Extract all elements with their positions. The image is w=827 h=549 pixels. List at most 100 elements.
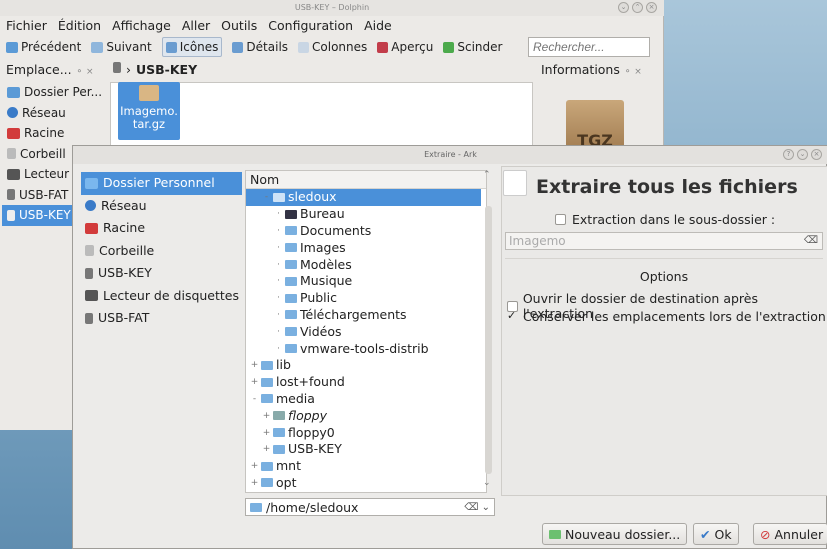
expander-icon[interactable]: + bbox=[262, 425, 271, 441]
columns-view-button[interactable]: Colonnes bbox=[298, 38, 367, 56]
tree-row[interactable]: + USB-KEY bbox=[246, 441, 342, 458]
network-icon bbox=[7, 107, 18, 119]
expander-icon[interactable]: · bbox=[274, 341, 283, 357]
expander-icon[interactable]: · bbox=[274, 223, 283, 239]
close-icon[interactable]: × bbox=[646, 2, 657, 13]
folder-tree[interactable]: Nom - sledoux · Bureau · Documents · Images · Mod… bbox=[245, 170, 487, 493]
tree-row[interactable]: · Documents bbox=[246, 223, 371, 240]
place-usb-fat[interactable]: USB-FAT bbox=[81, 307, 242, 330]
path-value: /home/sledoux bbox=[266, 499, 359, 515]
new-folder-button[interactable]: Nouveau dossier... bbox=[542, 523, 688, 545]
usb-icon bbox=[85, 312, 93, 324]
place-trash[interactable]: Corbeille bbox=[81, 240, 242, 263]
scroll-down-icon[interactable]: ⌄ bbox=[483, 478, 491, 488]
keep-paths-checkbox[interactable]: ✓ bbox=[507, 310, 518, 322]
expander-icon[interactable]: + bbox=[262, 408, 271, 424]
details-label: Détails bbox=[246, 40, 289, 54]
keep-paths-row[interactable]: ✓ Conserver les emplacements lors de l'e… bbox=[507, 309, 826, 324]
tree-row[interactable]: · Modèles bbox=[246, 256, 352, 273]
menu-aller[interactable]: Aller bbox=[182, 17, 210, 35]
tree-row[interactable]: + opt bbox=[246, 475, 297, 492]
subfolder-combo[interactable]: Imagemo ⌫ bbox=[505, 232, 823, 250]
tree-row-label: Public bbox=[300, 290, 337, 306]
tree-row-label: lost+found bbox=[276, 374, 345, 390]
tree-row[interactable]: + lost+found bbox=[246, 374, 345, 391]
search-input[interactable] bbox=[528, 37, 650, 57]
icons-view-button[interactable]: Icônes bbox=[161, 37, 223, 57]
menu-edition[interactable]: Édition bbox=[58, 17, 101, 35]
back-button[interactable]: Précédent bbox=[6, 38, 81, 56]
expander-icon[interactable]: + bbox=[250, 458, 259, 474]
place-network[interactable]: Réseau bbox=[81, 195, 242, 218]
dolphin-title: USB-KEY – Dolphin bbox=[294, 3, 370, 12]
clear-dropdown-icon[interactable]: ⌫ ⌄ bbox=[464, 502, 490, 513]
panel-close-icon[interactable]: ⚬ × bbox=[76, 67, 94, 77]
tree-row[interactable]: · Public bbox=[246, 290, 337, 307]
details-view-button[interactable]: Détails bbox=[232, 38, 288, 56]
ok-button[interactable]: ✔ Ok bbox=[693, 523, 739, 545]
expander-icon[interactable]: · bbox=[274, 290, 283, 306]
expander-icon[interactable]: + bbox=[262, 441, 271, 457]
expander-icon[interactable]: + bbox=[250, 475, 259, 491]
maximize-icon[interactable]: ⌃ bbox=[632, 2, 643, 13]
tree-row-label: media bbox=[276, 390, 315, 406]
home-icon bbox=[85, 177, 98, 189]
forward-button[interactable]: Suivant bbox=[91, 38, 152, 56]
place-root[interactable]: Racine bbox=[2, 123, 103, 144]
place-home[interactable]: Dossier Per... bbox=[2, 82, 103, 103]
menu-outils[interactable]: Outils bbox=[221, 17, 257, 35]
menu-affichage[interactable]: Affichage bbox=[112, 17, 171, 35]
tree-row[interactable]: + mnt bbox=[246, 458, 301, 475]
path-input[interactable]: /home/sledoux ⌫ ⌄ bbox=[245, 498, 495, 516]
options-title: Options bbox=[639, 269, 689, 284]
preview-button[interactable]: Aperçu bbox=[377, 38, 433, 56]
menu-configuration[interactable]: Configuration bbox=[268, 17, 353, 35]
expander-icon[interactable]: · bbox=[274, 206, 283, 222]
cancel-button[interactable]: ⊘ Annuler bbox=[753, 523, 827, 545]
close-icon[interactable]: × bbox=[811, 149, 822, 160]
arrow-left-icon bbox=[6, 41, 18, 53]
tree-row[interactable]: - media bbox=[246, 391, 315, 408]
tree-row[interactable]: + lib bbox=[246, 357, 291, 374]
place-network[interactable]: Réseau bbox=[2, 103, 103, 124]
usb-icon bbox=[85, 267, 93, 279]
tree-row[interactable]: · Vidéos bbox=[246, 323, 341, 340]
tree-row[interactable]: · Musique bbox=[246, 273, 352, 290]
subfolder-checkbox-row[interactable]: Extraction dans le sous-dossier : bbox=[555, 212, 775, 227]
file-item[interactable]: Imagemo. tar.gz bbox=[118, 82, 180, 140]
tree-row[interactable]: · vmware-tools-distrib bbox=[246, 340, 429, 357]
minimize-icon[interactable]: ⌄ bbox=[797, 149, 808, 160]
place-home[interactable]: Dossier Personnel bbox=[81, 172, 242, 195]
menu-aide[interactable]: Aide bbox=[364, 17, 392, 35]
tree-row[interactable]: - sledoux bbox=[246, 189, 481, 206]
expander-icon[interactable]: · bbox=[274, 307, 283, 323]
clear-icon[interactable]: ⌫ bbox=[804, 233, 818, 249]
expander-icon[interactable]: + bbox=[250, 357, 259, 373]
tree-scrollbar[interactable] bbox=[485, 206, 492, 474]
subfolder-checkbox[interactable] bbox=[555, 214, 566, 225]
expander-icon[interactable]: · bbox=[274, 257, 283, 273]
expander-icon[interactable]: + bbox=[250, 374, 259, 390]
tree-row[interactable]: · Images bbox=[246, 239, 346, 256]
breadcrumb-current[interactable]: USB-KEY bbox=[136, 62, 197, 77]
tree-row[interactable]: + floppy0 bbox=[246, 424, 335, 441]
expander-icon[interactable]: · bbox=[274, 240, 283, 256]
scroll-up-icon[interactable]: ⌃ bbox=[483, 170, 491, 180]
place-usb-key[interactable]: USB-KEY bbox=[81, 262, 242, 285]
tree-column-header[interactable]: Nom bbox=[246, 171, 486, 189]
place-floppy[interactable]: Lecteur de disquettes bbox=[81, 285, 242, 308]
place-root[interactable]: Racine bbox=[81, 217, 242, 240]
tree-row[interactable]: · Téléchargements bbox=[246, 307, 407, 324]
expander-icon[interactable]: · bbox=[274, 273, 283, 289]
minimize-icon[interactable]: ⌄ bbox=[618, 2, 629, 13]
usb-icon bbox=[7, 209, 15, 221]
tree-row[interactable]: + floppy bbox=[246, 407, 327, 424]
expander-icon[interactable]: · bbox=[274, 324, 283, 340]
panel-close-icon[interactable]: ⚬ × bbox=[624, 67, 642, 77]
tree-row[interactable]: · Bureau bbox=[246, 206, 345, 223]
help-icon[interactable]: ? bbox=[783, 149, 794, 160]
expander-icon[interactable]: - bbox=[262, 189, 271, 205]
expander-icon[interactable]: - bbox=[250, 391, 259, 407]
split-button[interactable]: Scinder bbox=[443, 38, 502, 56]
menu-fichier[interactable]: Fichier bbox=[6, 17, 47, 35]
